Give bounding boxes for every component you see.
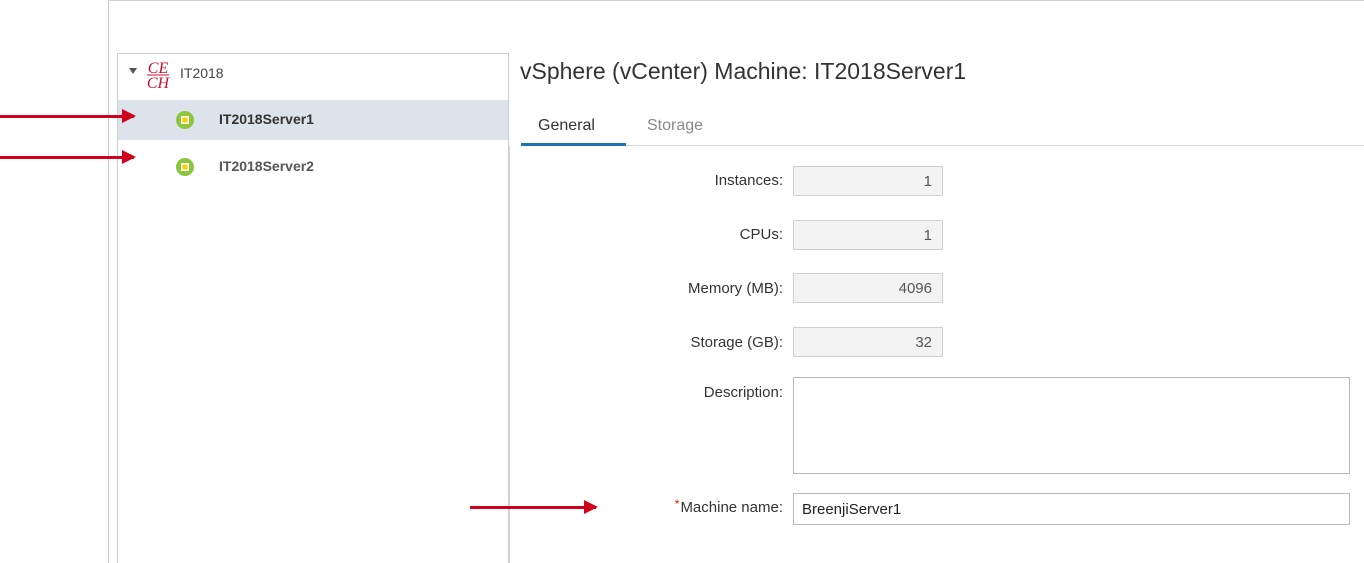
machine-name-label-text: Machine name: [680, 499, 783, 516]
page-title: vSphere (vCenter) Machine: IT2018Server1 [520, 58, 967, 84]
description-textarea[interactable] [793, 377, 1350, 474]
tab-general[interactable]: General [521, 117, 626, 146]
tab-bar: General Storage [521, 114, 1364, 146]
tree-item-it2018server1[interactable]: IT2018Server1 [118, 100, 508, 140]
caret-down-icon[interactable] [129, 68, 137, 74]
inventory-tree: CE CH IT2018 IT2018Server1 IT2018Server2 [117, 53, 509, 563]
panel-divider [509, 146, 510, 563]
tab-general-label: General [538, 117, 595, 134]
cpus-field: 1 [793, 220, 943, 250]
vm-powered-on-icon [176, 111, 194, 129]
tree-item-it2018server2[interactable]: IT2018Server2 [118, 147, 508, 187]
required-indicator: * [674, 497, 680, 511]
cpus-label: CPUs: [739, 226, 783, 243]
instances-field: 1 [793, 166, 943, 196]
svg-text:CH: CH [147, 75, 171, 90]
annotation-arrow-icon [0, 150, 136, 164]
storage-label: Storage (GB): [690, 334, 783, 351]
description-label: Description: [703, 384, 783, 401]
instances-label: Instances: [714, 172, 783, 189]
cech-logo-icon: CE CH [147, 60, 171, 90]
tree-item-label: IT2018Server2 [219, 158, 314, 174]
vm-powered-on-icon [176, 158, 194, 176]
annotation-arrow-icon [470, 500, 598, 514]
machine-name-input[interactable]: BreenjiServer1 [793, 493, 1350, 525]
memory-label: Memory (MB): [688, 280, 783, 297]
storage-field: 32 [793, 327, 943, 357]
memory-field: 4096 [793, 273, 943, 303]
tree-root-it2018[interactable]: CE CH IT2018 [118, 54, 508, 94]
machine-name-label: *Machine name: [674, 497, 783, 516]
tree-root-label: IT2018 [180, 65, 224, 81]
tree-item-label: IT2018Server1 [219, 111, 314, 127]
annotation-arrow-icon [0, 109, 136, 123]
tab-storage[interactable]: Storage [647, 117, 703, 146]
